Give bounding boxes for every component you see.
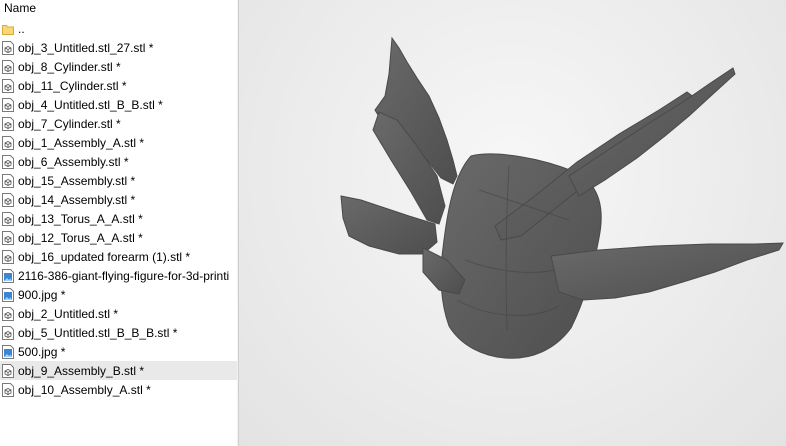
file-name-label: obj_5_Untitled.stl_B_B_B.stl * [18,325,178,340]
file-list: .. obj_3_Untitled.stl_27.stl * obj_8_Cylin… [0,19,237,399]
file-name-label: obj_9_Assembly_B.stl * [18,363,145,378]
stl-file-icon [2,40,18,55]
file-name-label: obj_12_Torus_A_A.stl * [18,230,143,245]
file-list-item[interactable]: obj_1_Assembly_A.stl * [0,133,237,152]
file-name-label: obj_8_Cylinder.stl * [18,59,121,74]
file-name-label: 900.jpg * [18,287,66,302]
stl-file-icon [2,173,18,188]
file-name-label: obj_6_Assembly.stl * [18,154,129,169]
stl-file-icon [2,78,18,93]
file-name-label: 2116-386-giant-flying-figure-for-3d-prin… [18,268,230,283]
right-lower-wing [550,242,784,301]
file-list-item[interactable]: obj_9_Assembly_B.stl * [0,361,237,380]
file-name-label: obj_13_Torus_A_A.stl * [18,211,143,226]
file-list-item[interactable]: obj_7_Cylinder.stl * [0,114,237,133]
file-list-item[interactable]: .. [0,19,237,38]
stl-file-icon [2,249,18,264]
file-name-label: obj_7_Cylinder.stl * [18,116,121,131]
file-name-label: obj_3_Untitled.stl_27.stl * [18,40,154,55]
image-file-icon [2,268,18,283]
file-name-label: obj_14_Assembly.stl * [18,192,136,207]
file-list-item[interactable]: obj_5_Untitled.stl_B_B_B.stl * [0,323,237,342]
stl-file-icon [2,325,18,340]
file-list-item[interactable]: obj_13_Torus_A_A.stl * [0,209,237,228]
name-column-header[interactable]: Name [0,0,237,18]
file-list-item[interactable]: 500.jpg * [0,342,237,361]
file-list-item[interactable]: obj_3_Untitled.stl_27.stl * [0,38,237,57]
stl-file-icon [2,116,18,131]
stl-file-icon [2,192,18,207]
file-list-item[interactable]: obj_11_Cylinder.stl * [0,76,237,95]
stl-file-icon [2,97,18,112]
file-name-label: obj_15_Assembly.stl * [18,173,136,188]
file-list-panel: Name .. obj_3_Untitled.stl_27.stl * obj_8_… [0,0,237,446]
stl-file-icon [2,363,18,378]
file-name-label: obj_11_Cylinder.stl * [18,78,127,93]
file-list-item[interactable]: 900.jpg * [0,285,237,304]
file-list-item[interactable]: 2116-386-giant-flying-figure-for-3d-prin… [0,266,237,285]
file-name-label: obj_16_updated forearm (1).stl * [18,249,191,264]
stl-file-icon [2,382,18,397]
file-list-item[interactable]: obj_10_Assembly_A.stl * [0,380,237,399]
file-name-label: obj_1_Assembly_A.stl * [18,135,145,150]
file-name-label: 500.jpg * [18,344,66,359]
file-list-item[interactable]: obj_12_Torus_A_A.stl * [0,228,237,247]
file-name-label: obj_4_Untitled.stl_B_B.stl * [18,97,163,112]
stl-file-icon [2,211,18,226]
3d-model-viewport[interactable] [239,0,786,446]
image-file-icon [2,287,18,302]
file-name-label: obj_10_Assembly_A.stl * [18,382,151,397]
file-name-label: .. [18,21,25,36]
stl-file-icon [2,135,18,150]
stl-file-icon [2,59,18,74]
file-list-item[interactable]: obj_6_Assembly.stl * [0,152,237,171]
file-list-item[interactable]: obj_16_updated forearm (1).stl * [0,247,237,266]
upper-right-wing [568,67,736,197]
file-list-item[interactable]: obj_4_Untitled.stl_B_B.stl * [0,95,237,114]
image-file-icon [2,344,18,359]
file-list-item[interactable]: obj_2_Untitled.stl * [0,304,237,323]
file-list-item[interactable]: obj_14_Assembly.stl * [0,190,237,209]
file-name-label: obj_2_Untitled.stl * [18,306,119,321]
3d-model-render [340,36,784,359]
folder-icon [2,22,18,36]
file-list-item[interactable]: obj_8_Cylinder.stl * [0,57,237,76]
stl-file-icon [2,154,18,169]
file-list-item[interactable]: obj_15_Assembly.stl * [0,171,237,190]
stl-file-icon [2,230,18,245]
stl-file-icon [2,306,18,321]
